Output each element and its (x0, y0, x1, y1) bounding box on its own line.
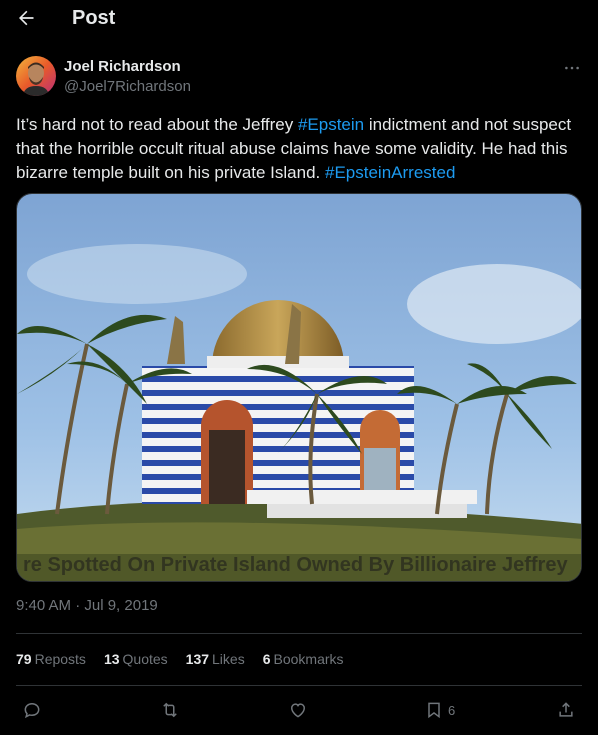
stat-reposts[interactable]: 79 Reposts (16, 651, 86, 671)
reply-button[interactable] (22, 697, 42, 723)
post-author: Joel Richardson @Joel7Richardson (16, 56, 582, 100)
post-text: It’s hard not to read about the Jeffrey … (16, 113, 582, 185)
stat-count: 6 (262, 651, 271, 667)
action-bar: 6 (16, 697, 582, 727)
share-icon (559, 702, 573, 717)
stat-label: Likes (212, 651, 245, 667)
hashtag-link[interactable]: #Epstein (298, 115, 364, 134)
post-text-part: It’s hard not to read about the Jeffrey (16, 115, 298, 134)
post-image[interactable]: re Spotted On Private Island Owned By Bi… (16, 193, 582, 582)
stat-quotes[interactable]: 13 Quotes (104, 651, 168, 671)
stat-label: Reposts (34, 651, 86, 667)
post-stats: 79 Reposts 13 Quotes 137 Likes 6 Bookmarks (16, 651, 344, 671)
more-options-icon[interactable] (562, 58, 582, 74)
stat-label: Quotes (122, 651, 168, 667)
bookmark-count: 6 (448, 702, 456, 718)
post-timestamp[interactable]: 9:40 AM · Jul 9, 2019 (16, 597, 158, 614)
top-bar: Post (0, 0, 598, 36)
stat-count: 137 (185, 651, 210, 667)
stat-label: Bookmarks (273, 651, 344, 667)
author-handle[interactable]: @Joel7Richardson (64, 78, 191, 95)
share-button[interactable] (556, 697, 576, 723)
bookmark-icon (428, 702, 440, 719)
repost-button[interactable] (160, 697, 180, 723)
image-caption-text: re Spotted On Private Island Owned By Bi… (23, 554, 568, 576)
stat-bookmarks[interactable]: 6 Bookmarks (263, 651, 344, 671)
heart-icon (290, 703, 306, 718)
back-arrow-icon[interactable] (16, 8, 36, 28)
stat-count: 13 (103, 651, 120, 667)
divider (16, 633, 582, 634)
author-name[interactable]: Joel Richardson (64, 58, 181, 75)
stat-likes[interactable]: 137 Likes (186, 651, 245, 671)
like-button[interactable] (288, 697, 308, 723)
repost-icon (163, 702, 177, 718)
avatar[interactable] (16, 56, 56, 96)
bookmark-button[interactable]: 6 (424, 697, 455, 723)
stat-count: 79 (16, 651, 32, 667)
reply-icon (24, 702, 40, 719)
divider (16, 685, 582, 686)
hashtag-link[interactable]: #EpsteinArrested (325, 163, 455, 182)
page-title: Post (72, 7, 116, 29)
